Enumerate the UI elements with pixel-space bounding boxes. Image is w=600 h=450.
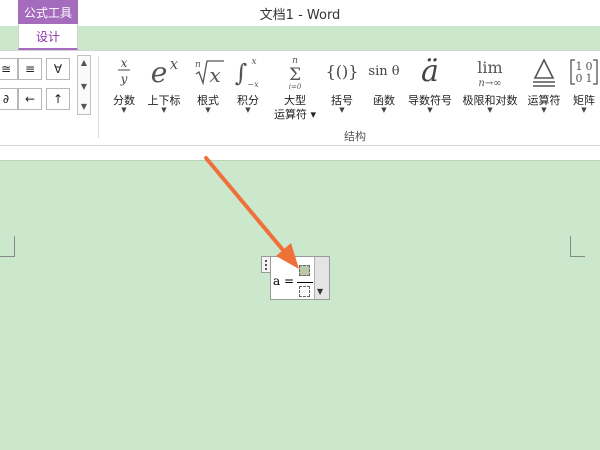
accent-button[interactable]: ä 导数符号 ▼ xyxy=(404,54,456,124)
svg-text:∫: ∫ xyxy=(235,59,248,87)
svg-text:n→∞: n→∞ xyxy=(478,78,501,89)
script-button[interactable]: e x 上下标 ▼ xyxy=(143,54,185,124)
ribbon-divider xyxy=(98,56,99,138)
svg-text:y: y xyxy=(120,72,128,86)
limit-log-button[interactable]: lim n→∞ 极限和对数 ▼ xyxy=(458,54,522,124)
large-operator-button[interactable]: n Σ i=0 大型 运算符 ▾ xyxy=(270,54,320,124)
svg-text:lim: lim xyxy=(477,58,502,77)
radical-icon: n x xyxy=(190,54,226,90)
denominator-placeholder[interactable] xyxy=(299,286,310,297)
title-bar: 文档1 - Word 公式工具 设计 xyxy=(0,0,600,50)
bracket-dropdown-icon: ▼ xyxy=(339,106,345,114)
function-button[interactable]: sin θ 函数 ▼ xyxy=(365,54,403,124)
operator-dropdown-icon: ▼ xyxy=(541,106,547,114)
symbol-button-approx[interactable]: ≅ xyxy=(0,58,18,80)
svg-text:n: n xyxy=(195,60,201,70)
radical-button[interactable]: n x 根式 ▼ xyxy=(190,54,226,124)
document-canvas[interactable] xyxy=(0,160,600,450)
structure-group-label: 结构 xyxy=(344,130,366,143)
gallery-more-icon[interactable]: ▼ xyxy=(78,102,90,111)
function-icon: sin θ xyxy=(368,64,400,79)
symbol-button-up-arrow[interactable]: ↑ xyxy=(46,88,70,110)
crop-mark-left xyxy=(0,236,15,257)
svg-text:Σ: Σ xyxy=(289,65,301,85)
fraction-button[interactable]: x y 分数 ▼ xyxy=(108,54,140,124)
operator-icon xyxy=(523,54,565,90)
integral-dropdown-icon: ▼ xyxy=(245,106,251,114)
svg-text:0: 0 xyxy=(576,72,583,85)
symbol-button-for-all[interactable]: ∀ xyxy=(46,58,70,80)
integral-icon: ∫ x −x xyxy=(232,54,264,90)
fraction-dropdown-icon: ▼ xyxy=(121,106,127,114)
fraction-bar xyxy=(297,282,313,283)
symbol-gallery-scrollbar[interactable]: ▲ ▼ ▼ xyxy=(77,55,91,115)
tab-design[interactable]: 设计 xyxy=(18,24,78,50)
svg-text:x: x xyxy=(209,63,220,87)
matrix-dropdown-icon: ▼ xyxy=(581,106,587,114)
svg-text:e: e xyxy=(151,56,168,89)
svg-text:x: x xyxy=(251,57,256,67)
fraction-icon: x y xyxy=(108,54,140,90)
script-icon: e x xyxy=(143,54,185,90)
script-dropdown-icon: ▼ xyxy=(161,106,167,114)
limit-icon: lim n→∞ xyxy=(458,54,522,90)
bracket-icon: {()} xyxy=(325,62,359,81)
matrix-button[interactable]: 1 0 0 1 矩阵 ▼ xyxy=(568,54,600,124)
equation-tools-context-tab: 公式工具 xyxy=(18,0,78,24)
symbol-button-partial[interactable]: ∂ xyxy=(0,88,18,110)
scroll-up-icon[interactable]: ▲ xyxy=(78,58,90,67)
chevron-down-icon[interactable]: ▼ xyxy=(317,287,323,296)
operator-button[interactable]: 运算符 ▼ xyxy=(523,54,565,124)
integral-button[interactable]: ∫ x −x 积分 ▼ xyxy=(232,54,264,124)
svg-text:x: x xyxy=(121,56,128,70)
equation-options-dropdown[interactable]: ▼ xyxy=(314,257,329,299)
sum-icon: n Σ i=0 xyxy=(270,54,320,91)
function-dropdown-icon: ▼ xyxy=(381,106,387,114)
document-title: 文档1 - Word xyxy=(259,8,341,23)
symbol-button-left-arrow[interactable]: ← xyxy=(18,88,42,110)
symbol-button-identical[interactable]: ≡ xyxy=(18,58,42,80)
svg-text:i=0: i=0 xyxy=(289,83,302,90)
numerator-placeholder[interactable] xyxy=(299,265,310,276)
matrix-icon: 1 0 0 1 xyxy=(568,54,600,90)
bracket-button[interactable]: {()} 括号 ▼ xyxy=(324,54,360,124)
large-operator-label-line2: 运算符 ▾ xyxy=(273,108,317,121)
limit-log-dropdown-icon: ▼ xyxy=(487,106,493,114)
svg-text:−x: −x xyxy=(247,80,259,89)
equation-text[interactable]: a = xyxy=(273,274,294,288)
svg-text:1: 1 xyxy=(586,72,593,85)
accent-icon: ä xyxy=(421,54,439,89)
scroll-down-icon[interactable]: ▼ xyxy=(78,82,90,91)
svg-text:x: x xyxy=(170,55,179,73)
radical-dropdown-icon: ▼ xyxy=(205,106,211,114)
ruler-gap xyxy=(0,146,600,160)
crop-mark-right xyxy=(570,236,585,257)
tab-design-label: 设计 xyxy=(35,30,60,44)
accent-dropdown-icon: ▼ xyxy=(427,106,433,114)
equation-tools-label: 公式工具 xyxy=(23,6,72,20)
